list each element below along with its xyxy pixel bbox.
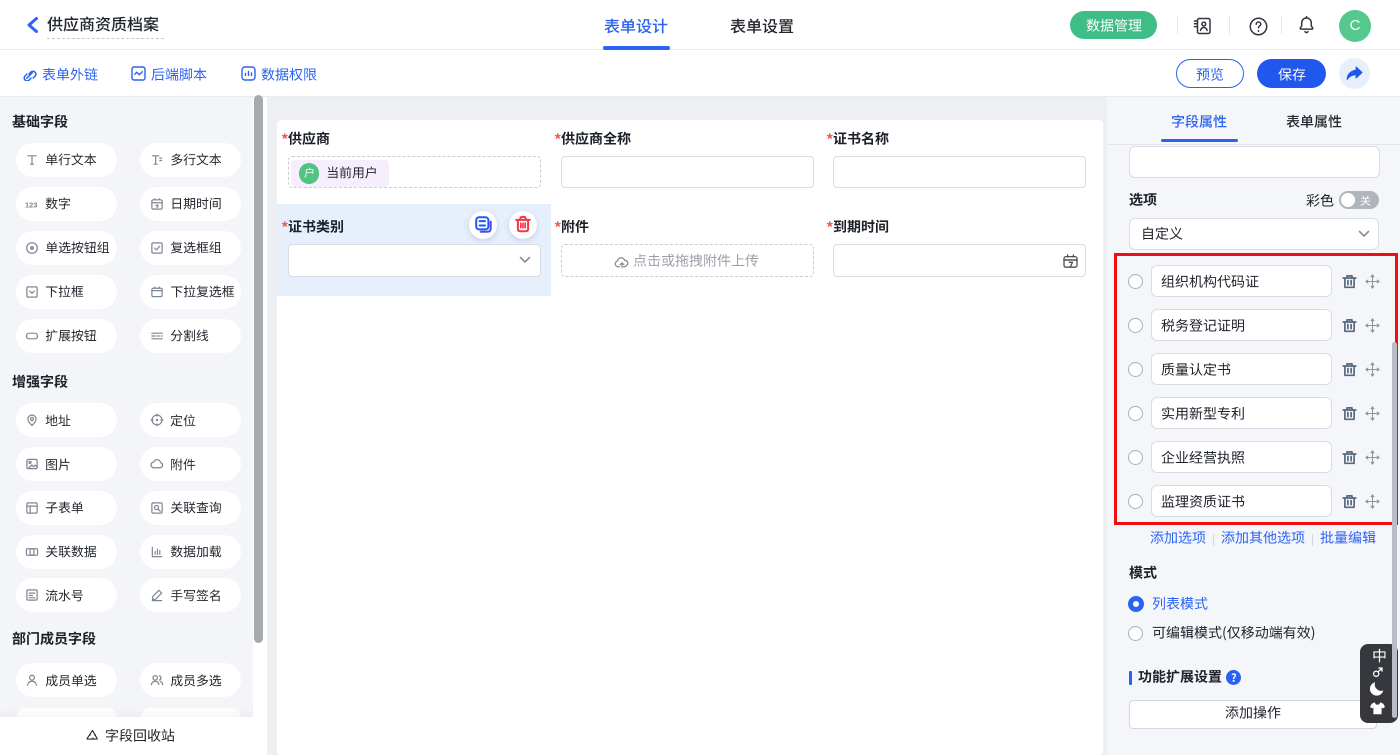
- svg-text:123: 123: [25, 200, 37, 209]
